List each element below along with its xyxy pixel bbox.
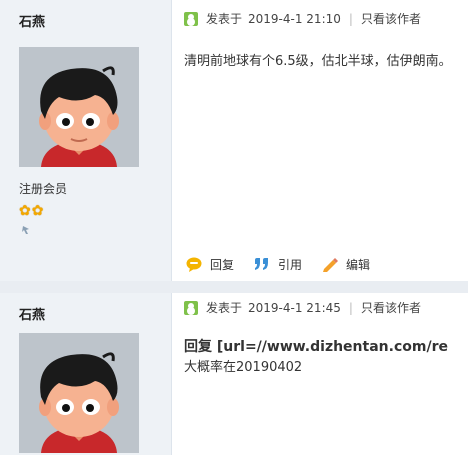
post-timestamp: 2019-4-1 21:10	[248, 11, 341, 26]
avatar[interactable]	[19, 47, 139, 167]
meta-separator: |	[348, 300, 353, 315]
star-icon: ✿	[31, 203, 44, 219]
avatar-image	[19, 47, 139, 167]
meta-separator: |	[348, 11, 353, 26]
quote-icon	[255, 258, 269, 270]
view-author-only-link[interactable]: 只看该作者	[361, 299, 421, 316]
post-body: 大概率在20190402	[184, 360, 303, 375]
post-meta: 发表于 2019-4-1 21:10 | 只看该作者	[184, 10, 421, 27]
rank-stars: ✿ ✿	[19, 204, 43, 218]
reply-button[interactable]: 回复	[186, 256, 234, 273]
author-name[interactable]: 石燕	[19, 304, 45, 323]
star-icon: ✿	[19, 203, 31, 219]
post-meta: 发表于 2019-4-1 21:45 | 只看该作者	[184, 299, 421, 316]
post-1: 石燕 注册会员 ✿ ✿ 发表于 2019-4-1 21:10 | 只看该作者 清…	[0, 0, 468, 283]
quote-button[interactable]: 引用	[254, 256, 302, 273]
post-timestamp: 2019-4-1 21:45	[248, 300, 341, 315]
reply-header: 回复 [url=//www.dizhentan.com/re	[184, 339, 448, 355]
pencil-icon	[323, 258, 339, 272]
post-content: 发表于 2019-4-1 21:10 | 只看该作者 清明前地球有个6.5级，估…	[172, 0, 468, 283]
edit-button[interactable]: 编辑	[322, 256, 370, 273]
author-online-icon	[184, 300, 198, 315]
offline-status-icon	[22, 226, 29, 234]
author-panel: 石燕 注册会员 ✿ ✿	[0, 0, 172, 283]
reply-icon	[186, 257, 202, 272]
post-label: 发表于	[206, 12, 243, 26]
post-body: 清明前地球有个6.5级，估北半球，估伊朗南。	[184, 54, 452, 69]
author-panel: 石燕	[0, 293, 172, 455]
post-2: 石燕 发表于 2019-4-1 21:45 | 只看该作者 回复 [url=//…	[0, 283, 468, 455]
post-label: 发表于	[206, 301, 243, 315]
author-online-icon	[184, 11, 198, 26]
user-group[interactable]: 注册会员	[19, 180, 67, 197]
author-name[interactable]: 石燕	[19, 11, 45, 30]
post-actions: 回复 引用 编辑	[186, 256, 390, 273]
view-author-only-link[interactable]: 只看该作者	[361, 10, 421, 27]
edit-label: 编辑	[346, 258, 371, 272]
post-content: 发表于 2019-4-1 21:45 | 只看该作者 回复 [url=//www…	[172, 293, 468, 455]
reply-label: 回复	[210, 258, 235, 272]
quote-label: 引用	[278, 258, 303, 272]
avatar-image	[19, 333, 139, 453]
avatar[interactable]	[19, 333, 139, 453]
